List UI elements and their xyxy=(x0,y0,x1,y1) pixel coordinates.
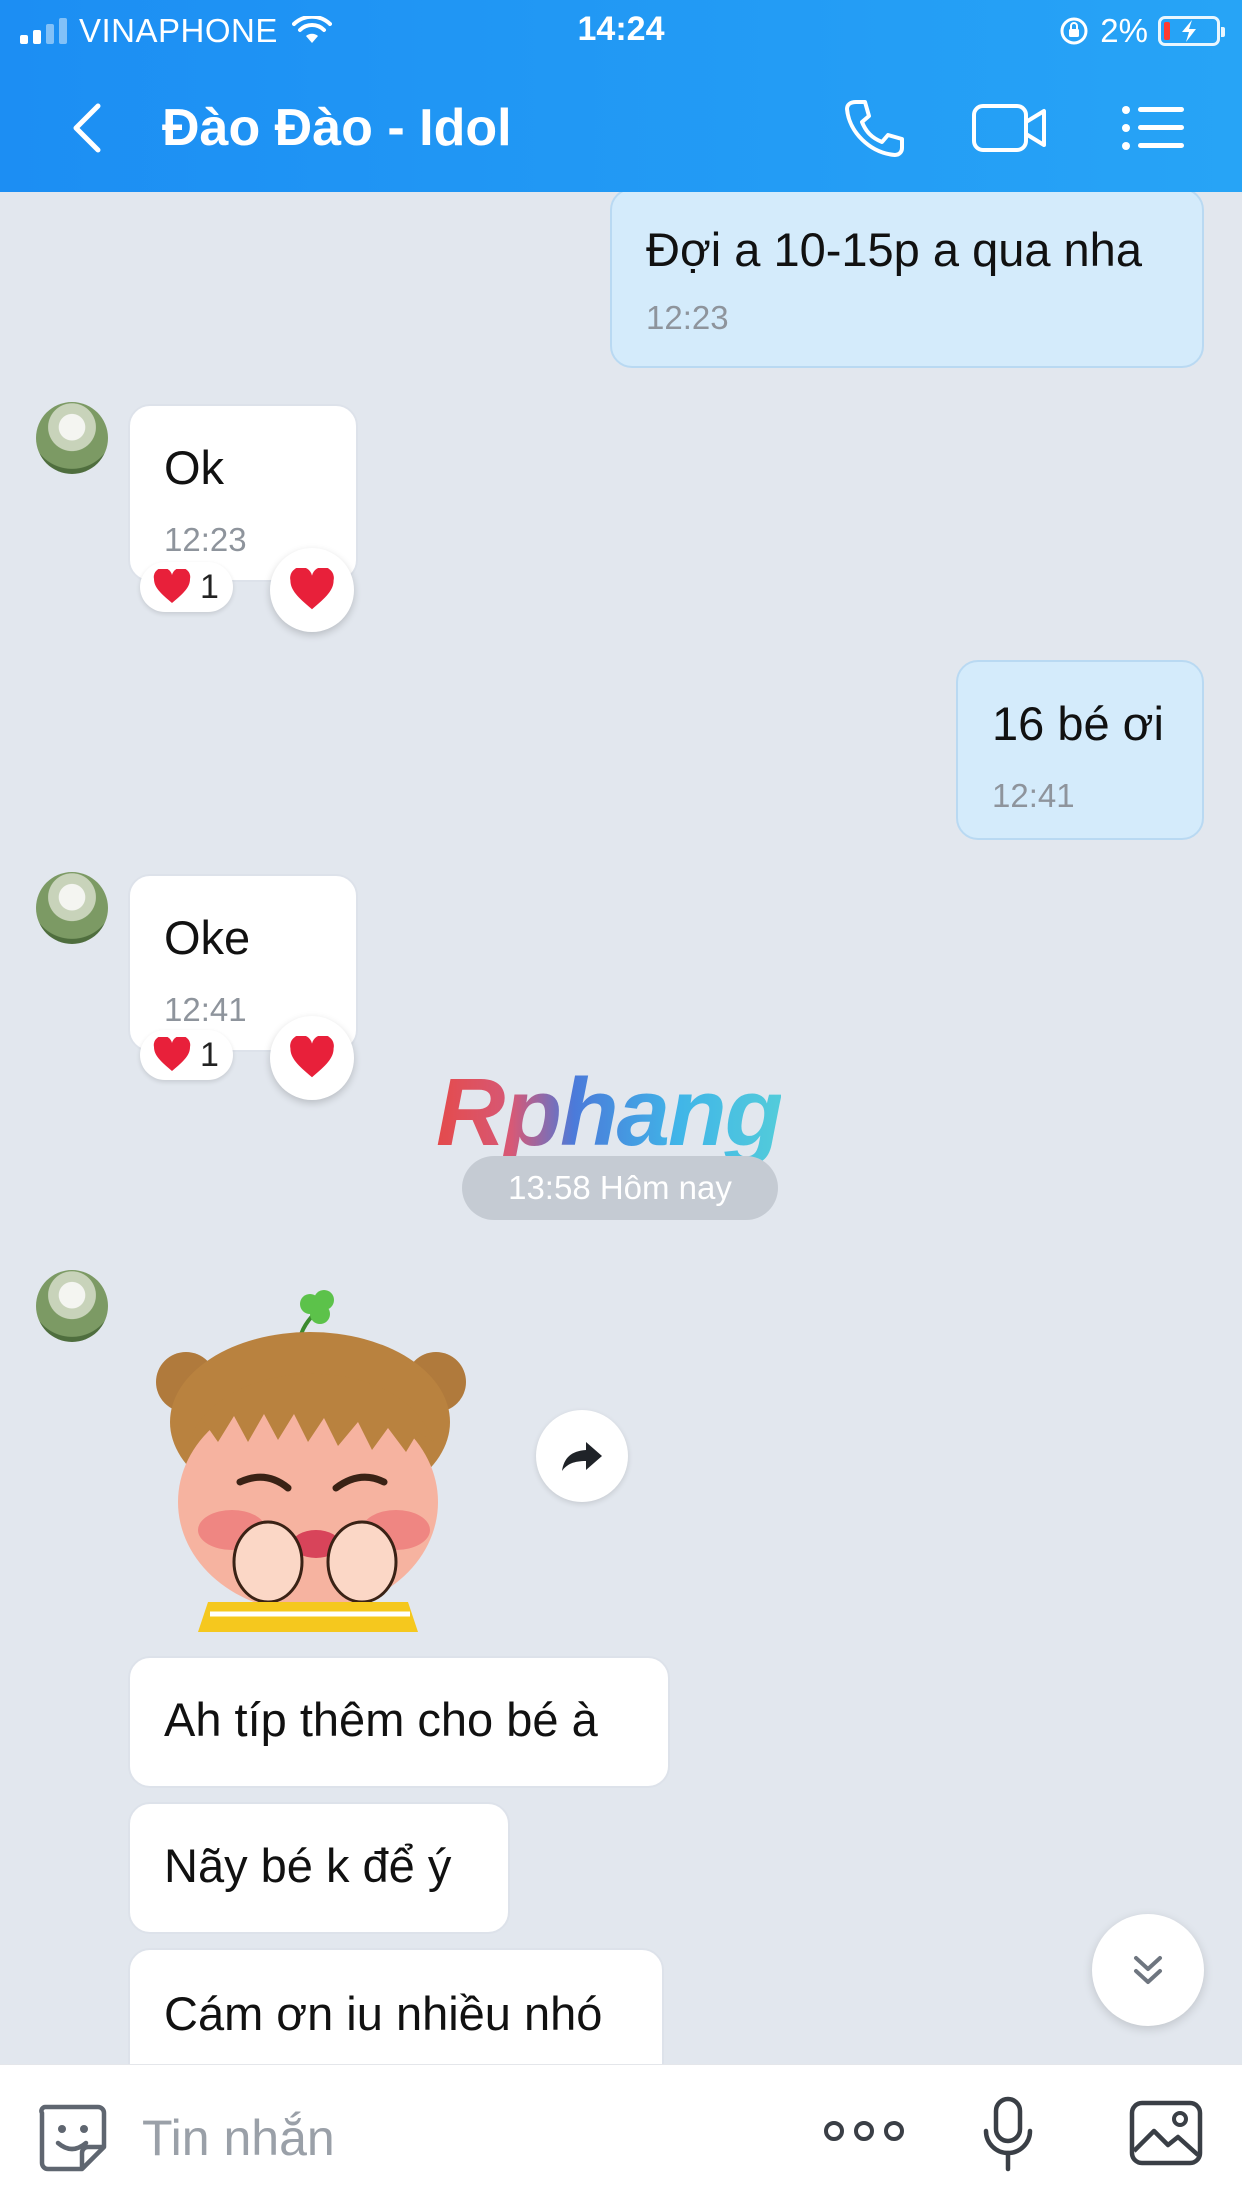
react-button[interactable] xyxy=(270,1016,354,1100)
video-call-icon xyxy=(972,104,1046,152)
voice-message-button[interactable] xyxy=(980,2095,1036,2180)
back-button[interactable] xyxy=(58,96,118,160)
microphone-icon xyxy=(983,2096,1033,2172)
react-button[interactable] xyxy=(270,548,354,632)
reaction-summary[interactable]: 1 xyxy=(140,562,233,612)
voice-call-button[interactable] xyxy=(838,94,910,162)
menu-button[interactable] xyxy=(1118,94,1190,162)
image-icon xyxy=(1129,2100,1203,2166)
share-icon xyxy=(562,1442,602,1471)
scroll-to-bottom-button[interactable] xyxy=(1092,1914,1204,2026)
message-bubble-outgoing[interactable]: 16 bé ơi 12:41 xyxy=(956,660,1204,840)
reaction-summary[interactable]: 1 xyxy=(140,1030,233,1080)
watermark-logo: Rphang xyxy=(436,1059,783,1166)
message-text: Oke xyxy=(164,911,251,964)
avatar[interactable] xyxy=(36,872,108,944)
video-call-button[interactable] xyxy=(970,94,1046,162)
navigation-bar: Đào Đào - Idol xyxy=(0,64,1242,192)
message-composer: Tin nhắn xyxy=(0,2064,1242,2208)
image-picker-button[interactable] xyxy=(1128,2097,1204,2174)
reaction-count: 1 xyxy=(200,1035,219,1074)
message-text: 16 bé ơi xyxy=(992,697,1164,750)
reaction-count: 1 xyxy=(200,567,219,606)
clock: 14:24 xyxy=(577,10,665,48)
message-bubble-incoming[interactable]: Ah típ thêm cho bé à xyxy=(128,1656,670,1788)
heart-icon xyxy=(290,1036,334,1078)
message-text: Cám ơn iu nhiều nhó xyxy=(164,1987,603,2040)
rotation-lock-icon xyxy=(1060,17,1088,45)
message-bubble-incoming[interactable]: Cám ơn iu nhiều nhó xyxy=(128,1948,664,2064)
heart-icon xyxy=(290,568,334,610)
heart-icon xyxy=(153,1037,191,1071)
message-text: Ah típ thêm cho bé à xyxy=(164,1693,598,1746)
menu-icon xyxy=(1122,106,1184,150)
message-bubble-outgoing[interactable]: Đợi a 10-15p a qua nha 12:23 xyxy=(610,192,1204,368)
chat-header: VINAPHONE 14:24 2% Đào Đào - Idol xyxy=(0,0,1242,192)
sticker-message[interactable] xyxy=(148,1282,468,1632)
message-text: Đợi a 10-15p a qua nha xyxy=(646,223,1142,276)
forward-button[interactable] xyxy=(536,1410,628,1502)
more-button[interactable] xyxy=(822,2111,906,2156)
battery-icon xyxy=(1158,16,1225,46)
message-input[interactable]: Tin nhắn xyxy=(142,2109,335,2167)
more-icon xyxy=(824,2121,904,2141)
girl-sticker xyxy=(156,1290,466,1632)
avatar[interactable] xyxy=(36,402,108,474)
message-time: 12:41 xyxy=(992,777,1075,814)
message-time: 12:23 xyxy=(646,299,729,336)
avatar[interactable] xyxy=(36,1270,108,1342)
sticker-button[interactable] xyxy=(36,2101,108,2178)
message-list[interactable]: Đợi a 10-15p a qua nha 12:23 Ok 12:23 1 … xyxy=(0,192,1242,2064)
back-icon xyxy=(73,103,101,153)
message-text: Nãy bé k để ý xyxy=(164,1839,452,1892)
chevron-double-down-icon xyxy=(1134,1956,1162,1984)
conversation-title[interactable]: Đào Đào - Idol xyxy=(162,98,512,158)
phone-icon xyxy=(845,100,904,157)
message-bubble-incoming[interactable]: Nãy bé k để ý xyxy=(128,1802,510,1934)
date-separator: 13:58 Hôm nay xyxy=(462,1156,778,1220)
heart-icon xyxy=(153,569,191,603)
message-text: Ok xyxy=(164,441,225,494)
sticker-icon xyxy=(39,2104,107,2172)
status-bar: VINAPHONE 14:24 2% xyxy=(0,0,1242,64)
battery-percent: 2% xyxy=(1100,12,1148,49)
